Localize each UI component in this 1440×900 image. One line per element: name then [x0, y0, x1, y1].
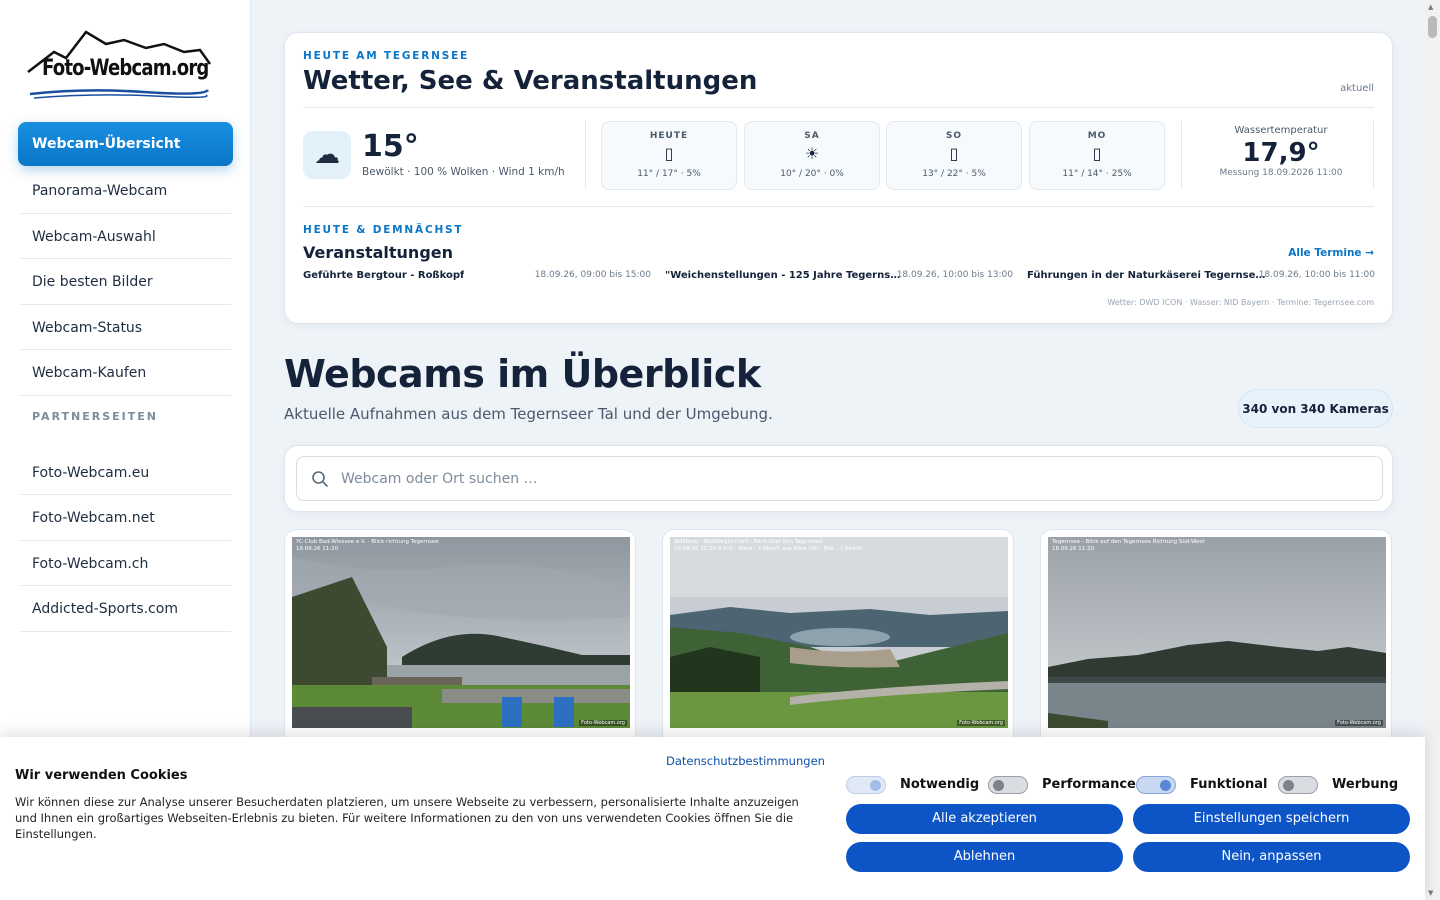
logo-text: Foto-Webcam.org [42, 56, 209, 81]
webcam-card[interactable]: Wallberg - Wallbergkircherl - Blick über… [662, 529, 1014, 759]
search-input[interactable] [341, 457, 1341, 500]
webcam-card[interactable]: YC-Club Bad-Wiessee e.V. - Blick richtun… [284, 529, 636, 759]
divider [303, 206, 1374, 207]
current-conditions: Bewölkt · 100 % Wolken · Wind 1 km/h [362, 166, 565, 178]
forecast-range: 10° / 20° · 0% [780, 169, 844, 179]
webcam-image[interactable]: Wallberg - Wallbergkircherl - Blick über… [670, 537, 1008, 728]
partner-heading: PARTNERSEITEN [32, 409, 158, 423]
cookie-banner: Wir verwenden Cookies Wir können diese z… [0, 737, 1425, 900]
rain-icon: ▯ [664, 144, 674, 163]
toggle-label: Notwendig [900, 777, 980, 792]
forecast-day-name: MO [1087, 131, 1107, 141]
event-name: Führungen in der Naturkäserei Tegernseer… [1027, 270, 1267, 281]
forecast-day: MO ▯ 11° / 14° · 25% [1029, 121, 1165, 190]
all-events-link[interactable]: Alle Termine → [1288, 247, 1374, 259]
rain-icon: ▯ [1092, 144, 1102, 163]
forecast-day-name: HEUTE [649, 131, 689, 141]
nav-item-status[interactable]: Webcam-Status [20, 305, 231, 350]
privacy-policy-link[interactable]: Datenschutzbestimmungen [666, 754, 825, 768]
cookie-title: Wir verwenden Cookies [15, 768, 188, 783]
site-logo[interactable]: Foto-Webcam.org [24, 28, 214, 104]
search-card [284, 445, 1393, 512]
nav-item-panorama[interactable]: Panorama-Webcam [20, 168, 231, 214]
toggle-performance[interactable] [988, 776, 1028, 794]
forecast-day: HEUTE ▯ 11° / 17° · 5% [601, 121, 737, 190]
page-title: Webcams im Überblick [284, 352, 761, 396]
divider [1373, 121, 1374, 189]
webcam-image[interactable]: Tegernsee - Blick auf den Tegernsee Rich… [1048, 537, 1386, 728]
webcam-caption: Tegernsee - Blick auf den Tegernsee Rich… [1052, 539, 1205, 552]
event-time: 18.09.26, 10:00 bis 13:00 [896, 270, 1013, 280]
forecast-day-name: SO [945, 131, 963, 141]
save-settings-button[interactable]: Einstellungen speichern [1133, 804, 1410, 834]
forecast-day: SO ▯ 13° / 22° · 5% [886, 121, 1022, 190]
reject-button[interactable]: Ablehnen [846, 842, 1123, 872]
sun-icon: ☀ [804, 144, 820, 163]
partner-link-addicted-sports[interactable]: Addicted-Sports.com [20, 586, 231, 632]
scroll-down-icon[interactable]: ▼ [1428, 889, 1433, 897]
search-box[interactable] [296, 456, 1383, 501]
scroll-thumb[interactable] [1428, 16, 1437, 38]
water-label: Wassertemperatur [1234, 125, 1328, 136]
cookie-toggles: Notwendig Performance Funktional Werbung [846, 776, 1406, 798]
customize-button[interactable]: Nein, anpassen [1133, 842, 1410, 872]
current-temperature: 15° [362, 129, 419, 164]
partner-link-eu[interactable]: Foto-Webcam.eu [20, 450, 231, 495]
webcam-photo [1048, 537, 1386, 728]
webcam-caption: Wallberg - Wallbergkircherl - Blick über… [674, 539, 863, 552]
nav-item-auswahl[interactable]: Webcam-Auswahl [20, 214, 231, 259]
webcam-image[interactable]: YC-Club Bad-Wiessee e.V. - Blick richtun… [292, 537, 630, 728]
water-measured: Messung 18.09.2026 11:00 [1219, 168, 1343, 178]
camera-count-badge: 340 von 340 Kameras [1238, 389, 1393, 428]
forecast-range: 13° / 22° · 5% [922, 169, 986, 179]
toggle-label: Werbung [1332, 777, 1399, 792]
divider [585, 121, 586, 189]
rain-icon: ▯ [949, 144, 959, 163]
water-temperature: Wassertemperatur 17,9° Messung 18.09.202… [1191, 125, 1371, 178]
data-sources: Wetter: DWD ICON · Wasser: NID Bayern · … [1107, 298, 1374, 307]
toggle-label: Performance [1042, 777, 1136, 792]
toggle-funktional[interactable] [1136, 776, 1176, 794]
water-temp-value: 17,9° [1242, 138, 1320, 168]
divider [303, 107, 1374, 108]
forecast-range: 11° / 17° · 5% [637, 169, 701, 179]
event-name: "Weichenstellungen - 125 Jahre Tegernsee… [665, 270, 905, 281]
nav-item-kaufen[interactable]: Webcam-Kaufen [20, 350, 231, 396]
divider [1181, 121, 1182, 189]
toggle-label: Funktional [1190, 777, 1268, 792]
toggle-werbung[interactable] [1278, 776, 1318, 794]
event-time: 18.09.26, 10:00 bis 11:00 [1258, 270, 1375, 280]
webcam-caption: YC-Club Bad-Wiessee e.V. - Blick richtun… [296, 539, 439, 552]
forecast-day: SA ☀ 10° / 20° · 0% [744, 121, 880, 190]
event-time: 18.09.26, 09:00 bis 15:00 [534, 270, 651, 280]
scroll-up-icon[interactable]: ▲ [1428, 3, 1433, 11]
partner-link-net[interactable]: Foto-Webcam.net [20, 495, 231, 541]
main-nav: Webcam-Übersicht Panorama-Webcam Webcam-… [18, 122, 233, 632]
webcam-photo [670, 537, 1008, 728]
weather-eyebrow: HEUTE AM TEGERNSEE [303, 50, 470, 62]
weather-title: Wetter, See & Veranstaltungen [303, 66, 758, 96]
watermark: Foto-Webcam.org [1335, 720, 1383, 726]
webcam-photo [292, 537, 630, 728]
page-subtitle: Aktuelle Aufnahmen aus dem Tegernseer Ta… [284, 405, 773, 423]
search-icon [312, 471, 328, 487]
weather-card: HEUTE AM TEGERNSEE Wetter, See & Veranst… [284, 32, 1393, 324]
scrollbar[interactable]: ▲ ▼ [1425, 0, 1440, 900]
weather-status: aktuell [1340, 83, 1374, 94]
toggle-notwendig [846, 776, 886, 794]
nav-item-beste-bilder[interactable]: Die besten Bilder [20, 259, 231, 305]
partner-link-ch[interactable]: Foto-Webcam.ch [20, 541, 231, 586]
cookie-text: Wir können diese zur Analyse unserer Bes… [15, 795, 799, 841]
events-title: Veranstaltungen [303, 243, 454, 262]
nav-item-webcam-uebersicht[interactable]: Webcam-Übersicht [18, 122, 233, 166]
forecast-range: 11° / 14° · 25% [1062, 169, 1132, 179]
accept-all-button[interactable]: Alle akzeptieren [846, 804, 1123, 834]
forecast-day-name: SA [804, 131, 820, 141]
event-name: Geführte Bergtour - Roßkopf [303, 270, 465, 281]
webcam-card[interactable]: Tegernsee - Blick auf den Tegernsee Rich… [1040, 529, 1392, 759]
watermark: Foto-Webcam.org [579, 720, 627, 726]
cloud-icon: ☁ [303, 131, 351, 179]
watermark: Foto-Webcam.org [957, 720, 1005, 726]
events-eyebrow: HEUTE & DEMNÄCHST [303, 224, 464, 236]
